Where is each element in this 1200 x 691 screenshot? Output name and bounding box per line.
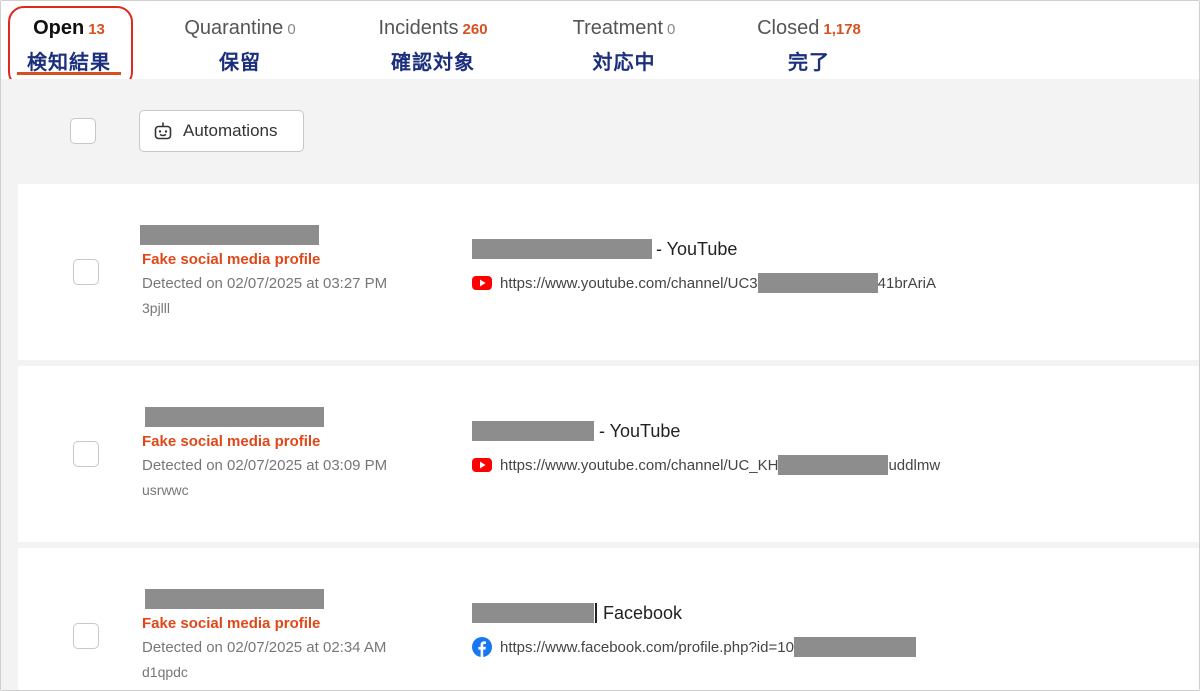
item-code: usrwwc (142, 482, 189, 498)
redacted-channel-name (472, 239, 652, 259)
row-checkbox[interactable] (73, 259, 99, 285)
tab-closed-count: 1,178 (823, 21, 861, 38)
tab-incidents[interactable]: Incidents 260 確認対象 (368, 15, 498, 75)
tab-closed[interactable]: Closed 1,178 完了 (749, 15, 869, 75)
detection-type-label: Fake social media profile (142, 615, 321, 632)
profile-url-start: https://www.youtube.com/channel/UC3 (500, 274, 758, 292)
profile-url-row[interactable]: https://www.facebook.com/profile.php?id=… (472, 637, 916, 657)
result-card[interactable]: Fake social media profile Detected on 02… (18, 366, 1199, 542)
automations-button-label: Automations (183, 121, 278, 140)
tab-closed-jp-label: 完了 (788, 52, 830, 74)
profile-url-row[interactable]: https://www.youtube.com/channel/UC3 41br… (472, 273, 936, 293)
redacted-url-part (778, 455, 889, 475)
detected-timestamp: Detected on 02/07/2025 at 03:27 PM (142, 275, 388, 292)
redacted-url-part (757, 273, 878, 293)
robot-icon (154, 122, 172, 140)
redacted-profile-name (145, 589, 324, 609)
tab-quarantine-count: 0 (287, 21, 296, 38)
tab-quarantine[interactable]: Quarantine 0 保留 (176, 15, 304, 75)
list-toolbar: Automations (1, 79, 1199, 179)
tab-open[interactable]: Open 13 検知結果 (23, 15, 115, 75)
tab-treatment[interactable]: Treatment 0 対応中 (563, 15, 685, 75)
facebook-icon (472, 637, 492, 657)
tab-closed-label: Closed (757, 17, 820, 39)
row-checkbox[interactable] (73, 441, 99, 467)
redacted-profile-title (472, 603, 594, 623)
profile-url-row[interactable]: https://www.youtube.com/channel/UC_KH ud… (472, 455, 940, 475)
tab-treatment-jp-label: 対応中 (592, 52, 656, 74)
tab-open-label: Open (33, 17, 85, 39)
result-card[interactable]: Fake social media profile Detected on 02… (18, 184, 1199, 360)
result-card[interactable]: Fake social media profile Detected on 02… (18, 548, 1199, 690)
youtube-icon (472, 458, 492, 472)
profile-title-suffix[interactable]: - YouTube (656, 239, 737, 260)
active-tab-underline (17, 72, 121, 75)
profile-url-end: 41brAriA (877, 274, 936, 292)
tab-incidents-count: 260 (462, 21, 488, 38)
tab-quarantine-jp-label: 保留 (219, 52, 261, 74)
text-cursor (595, 603, 597, 623)
tab-incidents-label: Incidents (378, 17, 459, 39)
profile-url-end: uddlmw (888, 456, 941, 474)
profile-title-suffix[interactable]: - YouTube (599, 421, 680, 442)
detected-timestamp: Detected on 02/07/2025 at 03:09 PM (142, 457, 388, 474)
redacted-profile-name (145, 407, 324, 427)
item-code: d1qpdc (142, 664, 188, 680)
automations-button[interactable]: Automations (139, 110, 304, 152)
redacted-profile-name (140, 225, 319, 245)
detection-type-label: Fake social media profile (142, 433, 321, 450)
status-tabs: Open 13 検知結果 Quarantine 0 保留 Incidents 260 … (1, 1, 1199, 88)
profile-url-start: https://www.facebook.com/profile.php?id=… (500, 638, 794, 656)
redacted-url-part (793, 637, 916, 657)
app-frame: Open 13 検知結果 Quarantine 0 保留 Incidents 260 … (0, 0, 1200, 691)
tab-open-count: 13 (88, 21, 105, 38)
tab-incidents-jp-label: 確認対象 (391, 52, 475, 74)
item-code: 3pjlll (142, 300, 171, 316)
results-list-area: Automations Fake social media profile De… (1, 79, 1199, 690)
profile-url-start: https://www.youtube.com/channel/UC_KH (500, 456, 779, 474)
detected-timestamp: Detected on 02/07/2025 at 02:34 AM (142, 639, 387, 656)
youtube-icon (472, 276, 492, 290)
tab-quarantine-label: Quarantine (184, 17, 284, 39)
redacted-channel-name (472, 421, 594, 441)
profile-title-suffix[interactable]: Facebook (603, 603, 682, 624)
detection-type-label: Fake social media profile (142, 251, 321, 268)
tab-treatment-label: Treatment (572, 17, 664, 39)
select-all-checkbox[interactable] (70, 118, 96, 144)
row-checkbox[interactable] (73, 623, 99, 649)
tab-treatment-count: 0 (667, 21, 676, 38)
